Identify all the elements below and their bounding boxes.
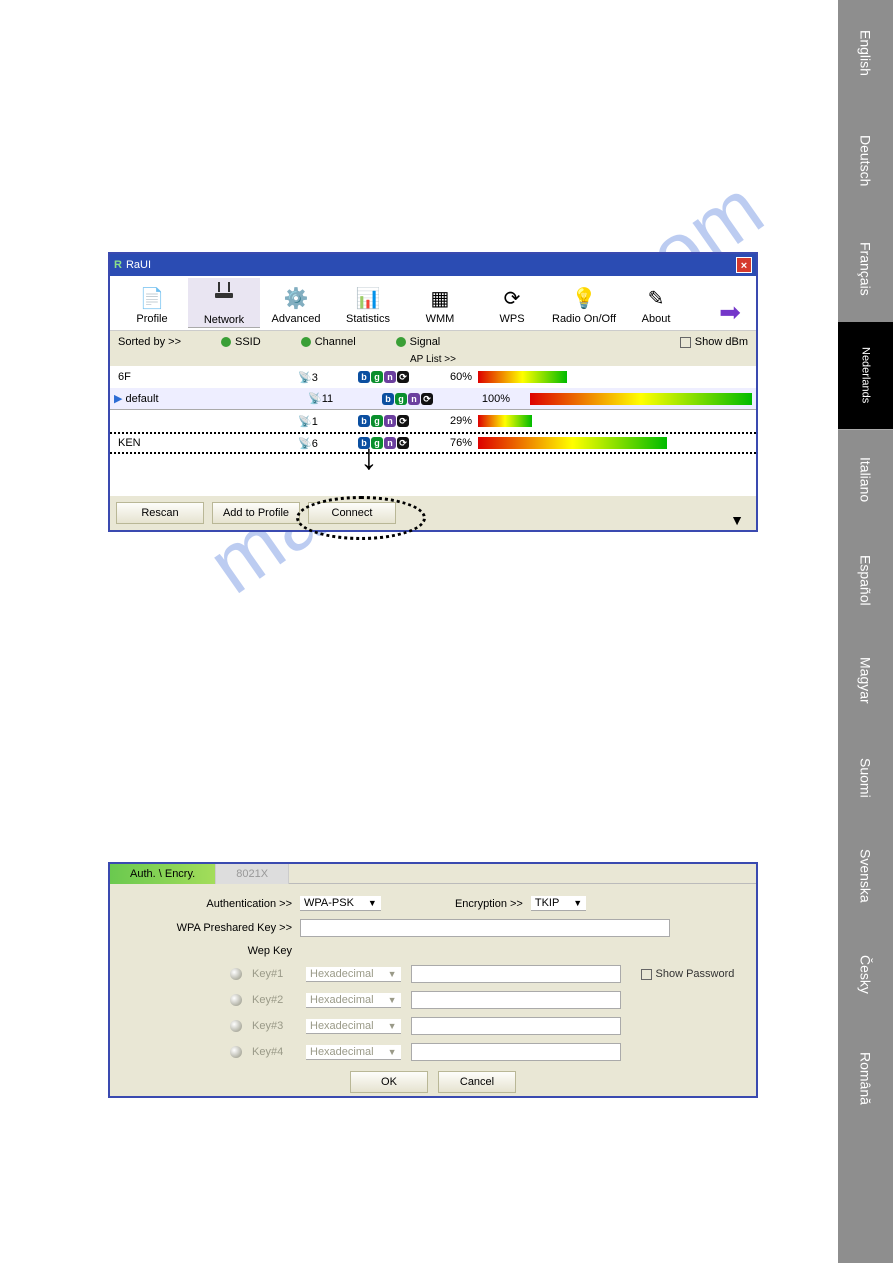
encryption-select[interactable]: TKIP▼ xyxy=(531,896,586,911)
raui-window: RRaUI × 📄ProfileNetwork⚙️Advanced📊Statis… xyxy=(108,252,758,532)
tab-auth-encry[interactable]: Auth. \ Encry. xyxy=(110,864,216,884)
wep-key-label: Wep Key xyxy=(170,945,300,957)
sorted-by-label: Sorted by >> xyxy=(118,336,181,348)
key-radio[interactable] xyxy=(230,1020,242,1032)
ap-list: 6F📡3bgn⟳60%▶ default📡11bgn⟳100% 📡1bgn⟳29… xyxy=(110,366,756,496)
toolbar-advanced[interactable]: ⚙️Advanced xyxy=(260,278,332,328)
cancel-button[interactable]: Cancel xyxy=(438,1071,516,1093)
radio-on-off-icon: 💡 xyxy=(571,285,597,311)
ok-button[interactable]: OK xyxy=(350,1071,428,1093)
sort-signal[interactable]: Signal xyxy=(396,336,441,348)
key-input[interactable] xyxy=(411,1017,621,1035)
key-input[interactable] xyxy=(411,991,621,1009)
channel-icon: 📡1 xyxy=(298,415,358,428)
key-type-select[interactable]: Hexadecimal ▼ xyxy=(306,993,401,1008)
security-icon: ⟳ xyxy=(397,437,409,449)
toolbar-about[interactable]: ✎About xyxy=(620,278,692,328)
wep-key-row: Key#3Hexadecimal ▼ xyxy=(170,1013,736,1039)
titlebar: RRaUI × xyxy=(110,254,756,276)
encryption-label: Encryption >> xyxy=(441,898,531,910)
toolbar-wmm[interactable]: ▦WMM xyxy=(404,278,476,328)
add-to-profile-button[interactable]: Add to Profile xyxy=(212,502,300,524)
lang-tab-česky[interactable]: Česky xyxy=(838,927,893,1022)
ap-row[interactable]: 📡1bgn⟳29% xyxy=(110,410,756,432)
security-icon: ⟳ xyxy=(397,415,409,427)
language-sidebar: EnglishDeutschFrançaisNederlandsItaliano… xyxy=(838,0,893,1263)
security-icon: ⟳ xyxy=(421,393,433,405)
window-title: RRaUI xyxy=(114,259,151,271)
toolbar-radio-on-off[interactable]: 💡Radio On/Off xyxy=(548,278,620,328)
sort-row: Sorted by >> SSID Channel Signal Show dB… xyxy=(110,330,756,353)
tab-bar: Auth. \ Encry. 8021X xyxy=(110,864,756,884)
show-dbm-checkbox[interactable]: Show dBm xyxy=(680,336,748,348)
auth-encryption-panel: Auth. \ Encry. 8021X Authentication >> W… xyxy=(108,862,758,1098)
lang-tab-français[interactable]: Français xyxy=(838,216,893,322)
lang-tab-italiano[interactable]: Italiano xyxy=(838,430,893,530)
sort-ssid[interactable]: SSID xyxy=(221,336,261,348)
connect-button[interactable]: Connect xyxy=(308,502,396,524)
toolbar-profile[interactable]: 📄Profile xyxy=(116,278,188,328)
ap-row[interactable]: ▶ default📡11bgn⟳100% xyxy=(110,388,756,410)
toolbar-statistics[interactable]: 📊Statistics xyxy=(332,278,404,328)
key-radio[interactable] xyxy=(230,968,242,980)
key-radio[interactable] xyxy=(230,1046,242,1058)
expand-icon[interactable]: ▼ xyxy=(730,512,744,528)
toolbar-network[interactable]: Network xyxy=(188,278,260,328)
advanced-icon: ⚙️ xyxy=(283,285,309,311)
security-icon: ⟳ xyxy=(397,371,409,383)
ap-row[interactable]: KEN📡6bgn⟳76% xyxy=(110,432,756,454)
psk-input[interactable] xyxy=(300,919,670,937)
button-row: Rescan Add to Profile Connect ▼ xyxy=(110,496,756,530)
wep-key-row: Key#1Hexadecimal ▼Show Password xyxy=(170,961,736,987)
wep-key-row: Key#2Hexadecimal ▼ xyxy=(170,987,736,1013)
lang-tab-deutsch[interactable]: Deutsch xyxy=(838,106,893,216)
authentication-select[interactable]: WPA-PSK▼ xyxy=(300,896,381,911)
network-icon xyxy=(211,279,237,300)
channel-icon: 📡11 xyxy=(308,392,368,405)
ap-row[interactable]: 6F📡3bgn⟳60% xyxy=(110,366,756,388)
key-input[interactable] xyxy=(411,965,621,983)
key-type-select[interactable]: Hexadecimal ▼ xyxy=(306,1045,401,1060)
lang-tab-svenska[interactable]: Svenska xyxy=(838,825,893,927)
sort-channel[interactable]: Channel xyxy=(301,336,356,348)
close-icon[interactable]: × xyxy=(736,257,752,273)
lang-tab-magyar[interactable]: Magyar xyxy=(838,630,893,730)
authentication-label: Authentication >> xyxy=(170,898,300,910)
profile-icon: 📄 xyxy=(139,285,165,311)
channel-icon: 📡6 xyxy=(298,437,358,450)
key-type-select[interactable]: Hexadecimal ▼ xyxy=(306,967,401,982)
wps-icon: ⟳ xyxy=(499,285,525,311)
channel-icon: 📡3 xyxy=(298,371,358,384)
psk-label: WPA Preshared Key >> xyxy=(170,922,300,934)
show-password-checkbox[interactable]: Show Password xyxy=(641,968,735,980)
lang-tab-español[interactable]: Español xyxy=(838,530,893,630)
toolbar: 📄ProfileNetwork⚙️Advanced📊Statistics▦WMM… xyxy=(110,276,756,330)
next-arrow-button[interactable]: ➡ xyxy=(710,278,750,328)
about-icon: ✎ xyxy=(643,285,669,311)
lang-tab-română[interactable]: Română xyxy=(838,1022,893,1134)
wep-key-row: Key#4Hexadecimal ▼ xyxy=(170,1039,736,1065)
dialog-buttons: OK Cancel xyxy=(110,1065,756,1099)
wmm-icon: ▦ xyxy=(427,285,453,311)
tab-8021x[interactable]: 8021X xyxy=(216,864,289,884)
rescan-button[interactable]: Rescan xyxy=(116,502,204,524)
toolbar-wps[interactable]: ⟳WPS xyxy=(476,278,548,328)
lang-tab-suomi[interactable]: Suomi xyxy=(838,730,893,825)
key-input[interactable] xyxy=(411,1043,621,1061)
lang-tab-english[interactable]: English xyxy=(838,0,893,106)
lang-tab-nederlands[interactable]: Nederlands xyxy=(838,322,893,430)
aplist-header: AP List >> xyxy=(110,353,756,366)
arrow-right-icon: ➡ xyxy=(717,299,743,325)
key-radio[interactable] xyxy=(230,994,242,1006)
key-type-select[interactable]: Hexadecimal ▼ xyxy=(306,1019,401,1034)
statistics-icon: 📊 xyxy=(355,285,381,311)
